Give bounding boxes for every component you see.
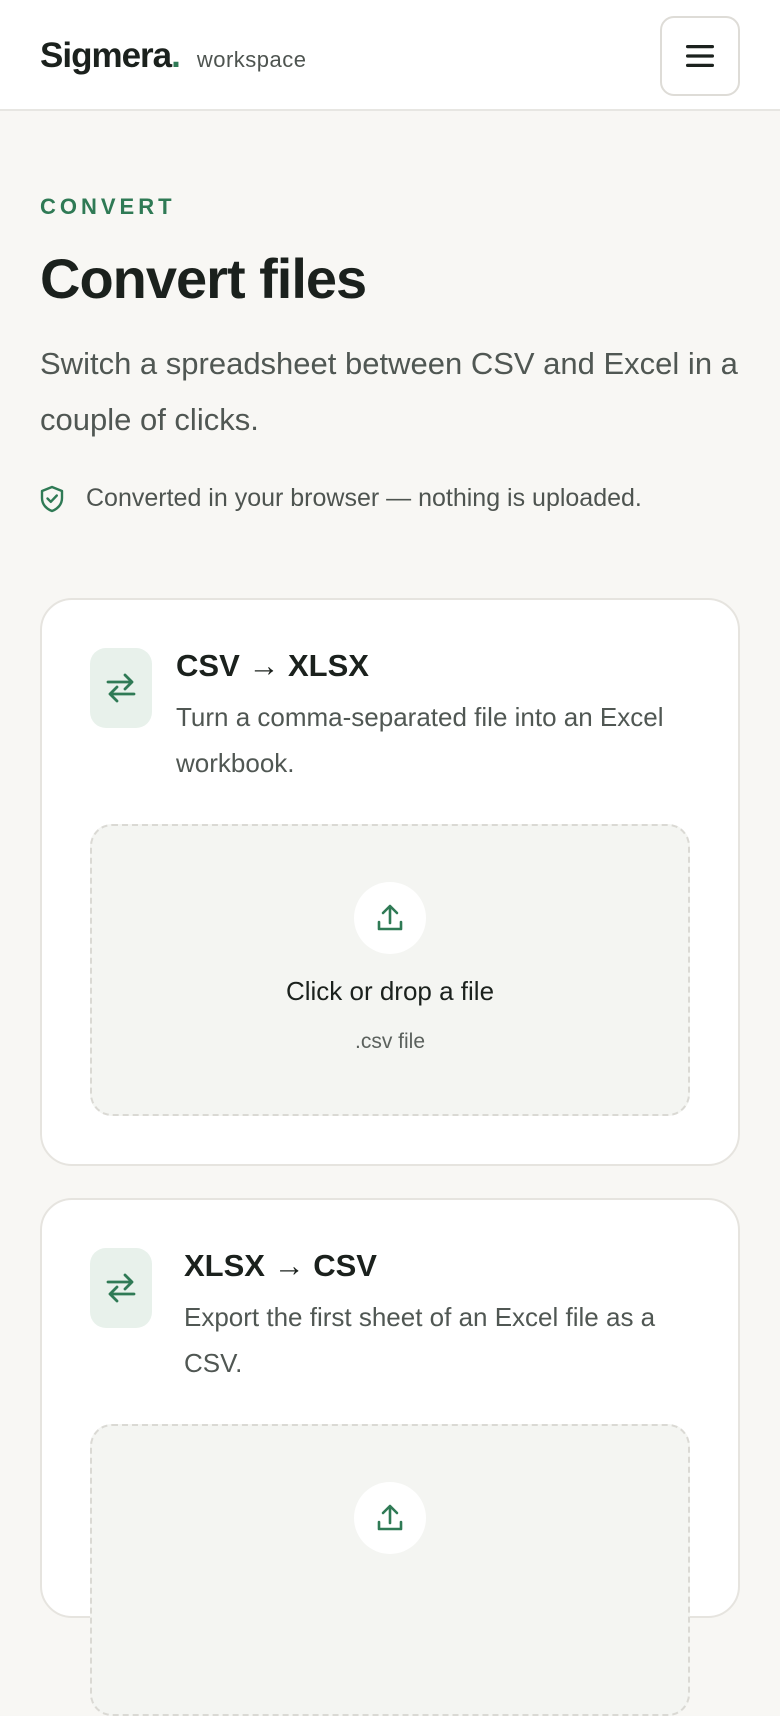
converter-title: XLSX → CSV bbox=[184, 1248, 377, 1283]
xlsx-file-dropzone[interactable] bbox=[90, 1424, 690, 1716]
converter-description: Turn a comma-separated file into an Exce… bbox=[176, 702, 664, 778]
brand-dot: . bbox=[171, 36, 181, 75]
swap-arrows-icon bbox=[106, 1273, 136, 1303]
page-title: Convert files bbox=[40, 247, 367, 310]
dropzone-label: Click or drop a file bbox=[285, 976, 495, 1006]
dropzone-file-hint: .csv file bbox=[354, 1030, 425, 1053]
converter-card-xlsx-to-csv: XLSX → CSV Export the first sheet of an … bbox=[40, 1198, 740, 1716]
privacy-note: Converted in your browser — nothing is u… bbox=[40, 484, 642, 513]
privacy-note-text: Converted in your browser — nothing is u… bbox=[86, 484, 642, 512]
menu-button[interactable] bbox=[660, 16, 740, 96]
shield-check-icon bbox=[40, 485, 64, 512]
csv-file-dropzone[interactable]: Click or drop a file .csv file bbox=[90, 824, 690, 1116]
brand-subtitle: workspace bbox=[196, 47, 307, 72]
upload-icon bbox=[377, 904, 403, 931]
converter-icon-tile bbox=[90, 1248, 152, 1328]
brand-name: Sigmera bbox=[40, 36, 172, 75]
converter-icon-tile bbox=[90, 648, 152, 728]
upload-icon-circle bbox=[354, 1482, 426, 1554]
section-eyebrow: CONVERT bbox=[40, 194, 176, 219]
hamburger-icon bbox=[686, 45, 714, 67]
converter-description: Export the first sheet of an Excel file … bbox=[184, 1302, 656, 1378]
top-bar: Sigmera. workspace bbox=[0, 0, 780, 111]
brand-logo[interactable]: Sigmera. workspace bbox=[40, 36, 307, 76]
upload-icon bbox=[377, 1504, 403, 1531]
upload-icon-circle bbox=[354, 882, 426, 954]
converter-title: CSV → XLSX bbox=[176, 648, 369, 683]
swap-arrows-icon bbox=[106, 673, 136, 703]
converter-card-csv-to-xlsx: CSV → XLSX Turn a comma-separated file i… bbox=[40, 598, 740, 1166]
page-description: Switch a spreadsheet between CSV and Exc… bbox=[40, 346, 738, 437]
